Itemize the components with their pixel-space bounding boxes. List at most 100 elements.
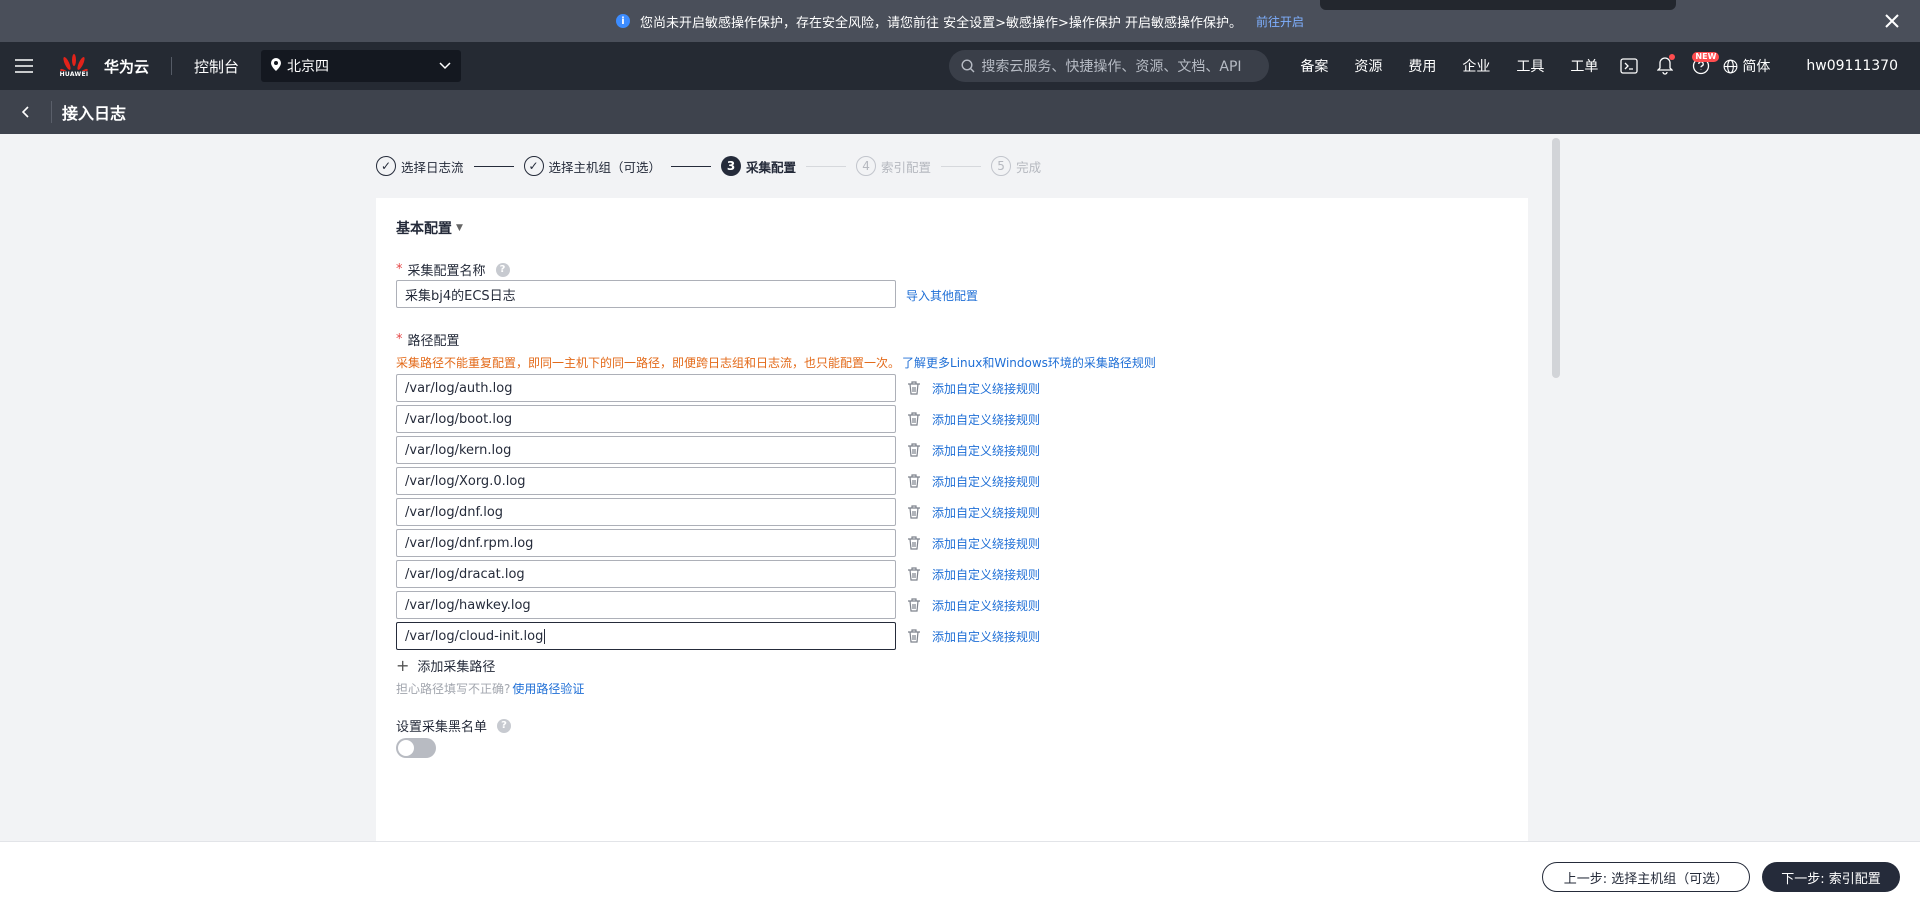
huawei-logo-icon: HUAWEI: [58, 51, 90, 81]
hint-text: 担心路径填写不正确?: [396, 682, 511, 696]
toggle-knob: [398, 740, 414, 756]
step-label: 选择主机组（可选）: [548, 159, 662, 175]
path-row-actions: 添加自定义绕接规则: [906, 591, 1040, 619]
nav-item-tools[interactable]: 工具: [1503, 56, 1557, 76]
add-custom-rule-link[interactable]: 添加自定义绕接规则: [932, 442, 1040, 459]
scrollbar[interactable]: [1552, 138, 1560, 378]
path-validation-hint: 担心路径填写不正确? 使用路径验证: [396, 680, 584, 697]
divider: [171, 57, 173, 75]
add-path-button[interactable]: + 添加采集路径: [396, 656, 495, 675]
chevron-down-icon: [439, 58, 451, 74]
path-input[interactable]: /var/log/kern.log: [396, 436, 896, 464]
trash-icon[interactable]: [906, 442, 922, 458]
page-header: 接入日志: [0, 90, 1920, 134]
trash-icon[interactable]: [906, 597, 922, 613]
previous-step-button[interactable]: 上一步: 选择主机组（可选）: [1542, 862, 1750, 892]
close-icon[interactable]: [1882, 11, 1902, 31]
nav-item-resources[interactable]: 资源: [1341, 56, 1395, 76]
info-icon: i: [615, 14, 630, 28]
add-custom-rule-link[interactable]: 添加自定义绕接规则: [932, 566, 1040, 583]
config-name-input[interactable]: 采集bj4的ECS日志: [396, 280, 896, 308]
step-connector: [473, 165, 514, 167]
user-account[interactable]: hw09111370: [1806, 58, 1898, 74]
path-row-actions: 添加自定义绕接规则: [906, 622, 1040, 650]
nav-items: 备案 资源 费用 企业 工具 工单: [1287, 56, 1611, 76]
nav-item-tickets[interactable]: 工单: [1557, 56, 1611, 76]
text-cursor: [544, 628, 546, 644]
trash-icon[interactable]: [906, 566, 922, 582]
step-label: 选择日志流: [401, 159, 464, 175]
path-validation-link[interactable]: 使用路径验证: [512, 682, 584, 696]
path-warning: 采集路径不能重复配置，即同一主机下的同一路径，即便跨日志组和日志流，也只能配置一…: [396, 354, 1156, 371]
notice-enable-link[interactable]: 前往开启: [1256, 13, 1304, 30]
global-search-input[interactable]: 搜索云服务、快捷操作、资源、文档、API: [949, 50, 1270, 82]
globe-icon: [1723, 59, 1738, 73]
path-row-actions: 添加自定义绕接规则: [906, 467, 1040, 495]
nav-item-enterprise[interactable]: 企业: [1449, 56, 1503, 76]
main-content: ✓ 选择日志流 ✓ 选择主机组（可选） 3 采集配置 4 索引配置 5 完成 基…: [0, 134, 1920, 841]
language-selector[interactable]: 简体: [1723, 56, 1770, 76]
trash-icon[interactable]: [906, 380, 922, 396]
add-custom-rule-link[interactable]: 添加自定义绕接规则: [932, 380, 1040, 397]
path-label-text: 路径配置: [407, 334, 460, 349]
help-icon[interactable]: NEW: [1683, 42, 1720, 90]
wizard-footer: 上一步: 选择主机组（可选） 下一步: 索引配置: [0, 841, 1920, 911]
plus-icon: +: [396, 656, 410, 675]
console-link[interactable]: 控制台: [194, 56, 239, 77]
blacklist-toggle[interactable]: [396, 738, 436, 758]
trash-icon[interactable]: [906, 535, 922, 551]
trash-icon[interactable]: [906, 504, 922, 520]
path-value: /var/log/auth.log: [405, 380, 513, 396]
nav-item-billing[interactable]: 费用: [1395, 56, 1449, 76]
path-input[interactable]: /var/log/dnf.log: [396, 498, 896, 526]
nav-item-filing[interactable]: 备案: [1287, 56, 1341, 76]
help-icon[interactable]: ?: [495, 262, 510, 277]
path-row-actions: 添加自定义绕接规则: [906, 498, 1040, 526]
step-label: 采集配置: [746, 159, 797, 175]
next-step-button[interactable]: 下一步: 索引配置: [1762, 862, 1900, 892]
path-input[interactable]: /var/log/dnf.rpm.log: [396, 529, 896, 557]
add-custom-rule-link[interactable]: 添加自定义绕接规则: [932, 597, 1040, 614]
path-input[interactable]: /var/log/hawkey.log: [396, 591, 896, 619]
path-value: /var/log/kern.log: [405, 442, 512, 458]
add-custom-rule-link[interactable]: 添加自定义绕接规则: [932, 628, 1040, 645]
trash-icon[interactable]: [906, 411, 922, 427]
add-custom-rule-link[interactable]: 添加自定义绕接规则: [932, 504, 1040, 521]
region-selector[interactable]: 北京四: [261, 50, 462, 82]
path-input[interactable]: /var/log/dracat.log: [396, 560, 896, 588]
wizard-steps: ✓ 选择日志流 ✓ 选择主机组（可选） 3 采集配置 4 索引配置 5 完成: [376, 156, 1041, 176]
notification-dot: [1669, 54, 1676, 60]
page-title: 接入日志: [62, 104, 127, 123]
add-custom-rule-link[interactable]: 添加自定义绕接规则: [932, 473, 1040, 490]
location-pin-icon: [271, 57, 282, 75]
trash-icon[interactable]: [906, 473, 922, 489]
path-rule-link[interactable]: 了解更多Linux和Windows环境的采集路径规则: [902, 356, 1156, 370]
path-row-actions: 添加自定义绕接规则: [906, 529, 1040, 557]
path-row-actions: 添加自定义绕接规则: [906, 436, 1040, 464]
path-value: /var/log/cloud-init.log: [405, 628, 544, 644]
required-mark: *: [396, 262, 403, 277]
step-select-host-group: ✓ 选择主机组（可选）: [523, 156, 662, 176]
menu-icon[interactable]: [0, 42, 48, 90]
add-custom-rule-link[interactable]: 添加自定义绕接规则: [932, 411, 1040, 428]
huawei-cloud-logo[interactable]: HUAWEI 华为云: [58, 51, 149, 81]
add-custom-rule-link[interactable]: 添加自定义绕接规则: [932, 535, 1040, 552]
section-toggle[interactable]: 基本配置 ▼: [396, 218, 463, 238]
path-input[interactable]: /var/log/cloud-init.log: [396, 622, 896, 650]
help-icon[interactable]: ?: [497, 718, 512, 733]
trash-icon[interactable]: [906, 628, 922, 644]
step-index-config: 4 索引配置: [856, 156, 931, 176]
config-card: 基本配置 ▼ * 采集配置名称 ? 采集bj4的ECS日志 导入其他配置 * 路…: [376, 198, 1528, 841]
path-value: /var/log/dracat.log: [405, 566, 525, 582]
path-input[interactable]: /var/log/boot.log: [396, 405, 896, 433]
import-config-link[interactable]: 导入其他配置: [906, 287, 978, 304]
blacklist-label: 设置采集黑名单 ?: [396, 716, 512, 735]
path-row-actions: 添加自定义绕接规则: [906, 374, 1040, 402]
path-input[interactable]: /var/log/auth.log: [396, 374, 896, 402]
step-check-icon: ✓: [376, 156, 396, 176]
path-input[interactable]: /var/log/Xorg.0.log: [396, 467, 896, 495]
back-arrow-icon[interactable]: [0, 101, 52, 123]
terminal-icon[interactable]: [1611, 42, 1647, 90]
step-number: 3: [721, 156, 742, 176]
notification-bell-icon[interactable]: [1647, 42, 1683, 90]
